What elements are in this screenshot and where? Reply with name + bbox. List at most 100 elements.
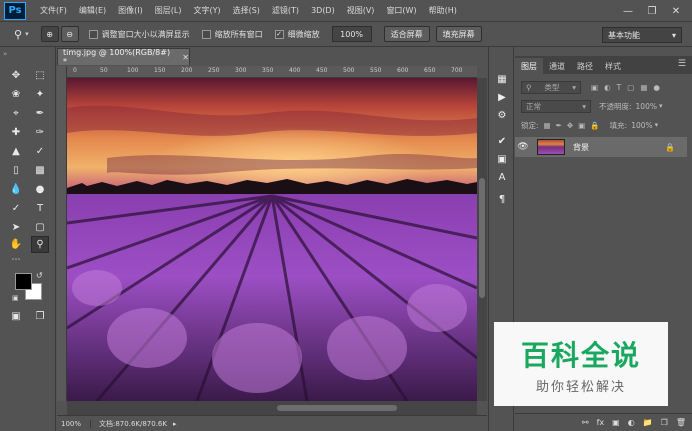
menu-help[interactable]: 帮助(H) bbox=[423, 5, 463, 16]
zoom-tool-active-icon[interactable]: ⚲ bbox=[31, 236, 49, 253]
tab-paths[interactable]: 路径 bbox=[571, 58, 599, 74]
workspace-select[interactable]: 基本功能 ▾ bbox=[602, 27, 682, 43]
zoom-in-button[interactable]: ⊕ bbox=[40, 26, 59, 42]
close-tab-icon[interactable]: ✕ bbox=[182, 53, 189, 62]
swap-colors-icon[interactable]: ↺ bbox=[36, 271, 43, 280]
quick-mask-icon[interactable]: ▣ bbox=[7, 308, 25, 325]
resize-windows-checkbox[interactable] bbox=[88, 29, 98, 39]
chevron-down-icon[interactable]: ▾ bbox=[655, 121, 659, 129]
minimize-icon[interactable]: — bbox=[616, 0, 640, 22]
lock-paint-icon[interactable]: ✒ bbox=[556, 121, 562, 130]
layer-row-background[interactable]: 👁 背景 🔒 bbox=[515, 137, 687, 157]
panel-collapse-icon[interactable]: » bbox=[3, 50, 7, 58]
restore-icon[interactable]: ❐ bbox=[640, 0, 664, 22]
vertical-scrollbar[interactable] bbox=[477, 78, 487, 401]
horizontal-scroll-thumb[interactable] bbox=[277, 405, 397, 411]
menu-file[interactable]: 文件(F) bbox=[34, 5, 73, 16]
lock-transparency-icon[interactable]: ▦ bbox=[544, 121, 551, 130]
lock-position-icon[interactable]: ✥ bbox=[567, 121, 573, 130]
document-tab[interactable]: timg.jpg @ 100%(RGB/8#) * ✕ bbox=[57, 48, 190, 66]
chevron-right-icon[interactable]: ▸ bbox=[173, 420, 177, 428]
dodge-tool-icon[interactable]: ● bbox=[31, 181, 49, 198]
character-panel-icon[interactable]: A bbox=[493, 169, 511, 185]
menu-edit[interactable]: 编辑(E) bbox=[73, 5, 112, 16]
menu-3d[interactable]: 3D(D) bbox=[305, 6, 341, 15]
crop-tool-icon[interactable]: ⌖ bbox=[7, 105, 25, 122]
zoom-out-button[interactable]: ⊖ bbox=[60, 26, 79, 42]
marquee-tool-icon[interactable]: ⬚ bbox=[31, 67, 49, 84]
close-icon[interactable]: ✕ bbox=[664, 0, 688, 22]
zoom-value-field[interactable]: 100% bbox=[331, 26, 372, 42]
type-tool-icon[interactable]: T bbox=[31, 200, 49, 217]
filter-smart-object-icon[interactable]: ▦ bbox=[640, 83, 647, 92]
new-layer-icon[interactable]: ❐ bbox=[661, 418, 668, 427]
more-tools-icon[interactable]: ⋯ bbox=[7, 251, 25, 268]
filter-toggle-icon[interactable]: ● bbox=[653, 83, 660, 92]
menu-filter[interactable]: 滤镜(T) bbox=[266, 5, 305, 16]
filter-type-icon[interactable]: T bbox=[617, 83, 622, 92]
status-doc-size: 文档:870.6K/870.6K bbox=[99, 419, 167, 428]
new-group-icon[interactable]: 📁 bbox=[643, 418, 653, 427]
foreground-color-swatch[interactable] bbox=[15, 273, 32, 290]
path-selection-tool-icon[interactable]: ➤ bbox=[7, 219, 25, 236]
fill-value[interactable]: 100% bbox=[631, 121, 652, 130]
default-colors-icon[interactable]: ▣ bbox=[12, 294, 19, 302]
filter-pixel-icon[interactable]: ▣ bbox=[591, 83, 598, 92]
healing-brush-tool-icon[interactable]: ✚ bbox=[7, 124, 25, 141]
lock-artboard-icon[interactable]: ▣ bbox=[578, 121, 585, 130]
history-brush-tool-icon[interactable]: ✓ bbox=[31, 143, 49, 160]
eyedropper-tool-icon[interactable]: ✒ bbox=[31, 105, 49, 122]
blur-tool-icon[interactable]: 💧 bbox=[7, 181, 25, 198]
zoom-all-checkbox[interactable] bbox=[201, 29, 211, 39]
properties-panel-icon[interactable]: ⚙ bbox=[493, 107, 511, 123]
panel-menu-icon[interactable]: ☰ bbox=[678, 59, 686, 69]
magic-wand-tool-icon[interactable]: ✦ bbox=[31, 86, 49, 103]
chevron-down-icon[interactable]: ▾ bbox=[659, 102, 663, 110]
tab-styles[interactable]: 样式 bbox=[599, 58, 627, 74]
status-zoom-level[interactable]: 100% bbox=[57, 419, 91, 428]
layer-style-icon[interactable]: fx bbox=[597, 418, 605, 427]
gradient-tool-icon[interactable]: ▩ bbox=[31, 162, 49, 179]
scrubby-zoom-checkbox[interactable]: ✓ bbox=[274, 29, 284, 39]
eraser-tool-icon[interactable]: ▯ bbox=[7, 162, 25, 179]
tab-layers[interactable]: 图层 bbox=[515, 58, 543, 74]
delete-layer-icon[interactable]: 🗑 bbox=[676, 418, 686, 427]
actions-panel-icon[interactable]: ▶ bbox=[493, 89, 511, 105]
menu-type[interactable]: 文字(Y) bbox=[187, 5, 226, 16]
document-canvas[interactable] bbox=[66, 78, 478, 402]
tab-channels[interactable]: 通道 bbox=[543, 58, 571, 74]
menu-layer[interactable]: 图层(L) bbox=[149, 5, 188, 16]
screen-mode-icon[interactable]: ❐ bbox=[31, 308, 49, 325]
add-mask-icon[interactable]: ▣ bbox=[612, 418, 620, 427]
layer-kind-select[interactable]: ⚲ 类型 ▾ bbox=[521, 80, 581, 94]
brush-tool-icon[interactable]: ✑ bbox=[31, 124, 49, 141]
link-layers-icon[interactable]: ⚯ bbox=[582, 418, 589, 427]
menu-view[interactable]: 视图(V) bbox=[341, 5, 381, 16]
zoom-tool-icon[interactable]: ⚲ bbox=[14, 28, 22, 41]
blend-mode-select[interactable]: 正常 ▾ bbox=[521, 99, 591, 113]
paragraph-panel-icon[interactable]: ¶ bbox=[493, 191, 511, 207]
move-tool-icon[interactable]: ✥ bbox=[7, 67, 25, 84]
menu-select[interactable]: 选择(S) bbox=[227, 5, 266, 16]
history-panel-icon[interactable]: ▦ bbox=[493, 71, 511, 87]
fit-screen-button[interactable]: 适合屏幕 bbox=[383, 26, 430, 42]
clone-stamp-tool-icon[interactable]: ▲ bbox=[7, 143, 25, 160]
lavender-field-image bbox=[66, 78, 478, 402]
menu-image[interactable]: 图像(I) bbox=[112, 5, 149, 16]
filter-adjustment-icon[interactable]: ◐ bbox=[604, 83, 611, 92]
rectangle-tool-icon[interactable]: ▢ bbox=[31, 219, 49, 236]
lasso-tool-icon[interactable]: ❀ bbox=[7, 86, 25, 103]
visibility-eye-icon[interactable]: 👁 bbox=[515, 142, 531, 152]
fill-screen-button[interactable]: 填充屏幕 bbox=[435, 26, 482, 42]
menu-window[interactable]: 窗口(W) bbox=[380, 5, 422, 16]
lock-all-icon[interactable]: 🔒 bbox=[590, 121, 599, 130]
vertical-scroll-thumb[interactable] bbox=[479, 178, 485, 298]
opacity-value[interactable]: 100% bbox=[636, 102, 657, 111]
brush-panel-icon[interactable]: ✔ bbox=[493, 133, 511, 149]
adjustment-layer-icon[interactable]: ◐ bbox=[628, 418, 635, 427]
chevron-down-icon[interactable]: ▾ bbox=[25, 30, 29, 38]
clone-source-panel-icon[interactable]: ▣ bbox=[493, 151, 511, 167]
pen-tool-icon[interactable]: ✓ bbox=[7, 200, 25, 217]
filter-shape-icon[interactable]: ▢ bbox=[627, 83, 634, 92]
horizontal-scrollbar[interactable] bbox=[67, 401, 477, 415]
